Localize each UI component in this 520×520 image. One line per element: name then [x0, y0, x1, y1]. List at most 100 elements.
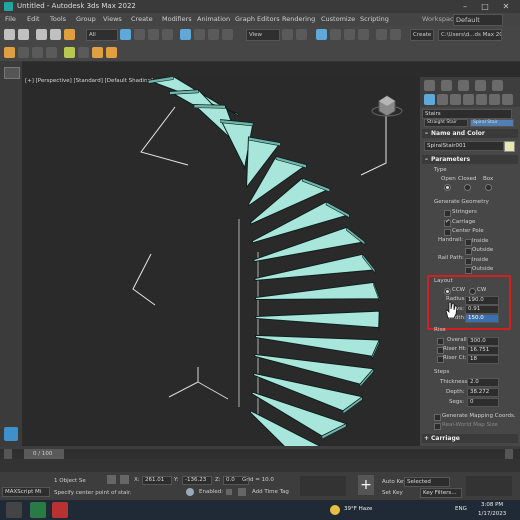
- menu-views[interactable]: Views: [103, 15, 122, 23]
- type-closed-radio[interactable]: [464, 184, 471, 191]
- taskbar-camtasia-icon[interactable]: [30, 502, 46, 518]
- depth-spinner[interactable]: 38.272: [467, 388, 499, 397]
- time-slider[interactable]: 0 / 100: [0, 449, 520, 459]
- cameras-icon[interactable]: [463, 94, 474, 105]
- move-icon[interactable]: [180, 29, 191, 40]
- geometry-icon[interactable]: [424, 94, 435, 105]
- space-warps-icon[interactable]: [489, 94, 500, 105]
- width-spinner[interactable]: 150.0: [465, 314, 499, 323]
- real-world-map-checkbox[interactable]: [434, 423, 441, 430]
- menu-create[interactable]: Create: [131, 15, 153, 23]
- snaps-toggle-icon[interactable]: [316, 29, 327, 40]
- project-path-field[interactable]: C:\Users\d...ds Max 2022: [438, 29, 502, 41]
- place-icon[interactable]: [222, 29, 233, 40]
- object-name-field[interactable]: SpiralStair001: [424, 141, 504, 151]
- lights-icon[interactable]: [450, 94, 461, 105]
- bind-space-warp-icon[interactable]: [64, 29, 75, 40]
- taskbar-app-icon[interactable]: [6, 502, 22, 518]
- carriage-checkbox[interactable]: [444, 218, 451, 227]
- workspace-dropdown[interactable]: Default: [453, 14, 503, 26]
- create-tab-icon[interactable]: [424, 80, 435, 91]
- menu-rendering[interactable]: Rendering: [282, 15, 315, 23]
- playback-controls[interactable]: [300, 476, 346, 496]
- generate-mapping-checkbox[interactable]: [434, 414, 441, 421]
- layer-explorer-icon[interactable]: [4, 47, 15, 58]
- viewport-navigation-controls[interactable]: [466, 476, 512, 496]
- spiral-stair-button[interactable]: Spiral Stair: [470, 119, 514, 127]
- percent-snap-icon[interactable]: [344, 29, 355, 40]
- enabled-toggle[interactable]: [226, 489, 232, 495]
- revs-spinner[interactable]: 0.91: [465, 305, 499, 314]
- set-key-button[interactable]: Set Key: [382, 490, 403, 496]
- menu-file[interactable]: File: [5, 15, 16, 23]
- object-category-dropdown[interactable]: Stairs: [422, 109, 512, 119]
- menu-customize[interactable]: Customize: [321, 15, 355, 23]
- hierarchy-tab-icon[interactable]: [458, 80, 469, 91]
- viewport-layout-icon[interactable]: [4, 67, 20, 79]
- minimize-button[interactable]: –: [455, 1, 475, 12]
- set-key-plus-icon[interactable]: +: [358, 475, 374, 495]
- straight-stair-button[interactable]: Straight Stair: [424, 119, 468, 127]
- display-tab-icon[interactable]: [492, 80, 503, 91]
- render-setup-icon[interactable]: [78, 47, 89, 58]
- select-by-name-icon[interactable]: [134, 29, 145, 40]
- toggle-ribbon-icon[interactable]: [18, 47, 29, 58]
- lock-selection-icon[interactable]: [107, 475, 116, 484]
- maxscript-listener[interactable]: MAXScript Mi: [2, 487, 50, 497]
- render-frame-icon[interactable]: [92, 47, 103, 58]
- material-editor-icon[interactable]: [64, 47, 75, 58]
- riser-ht-spinner[interactable]: 16.751: [467, 346, 499, 355]
- maximize-button[interactable]: □: [475, 1, 495, 12]
- spinner-snap-icon[interactable]: [358, 29, 369, 40]
- time-slider-prev-icon[interactable]: [4, 449, 12, 459]
- undo-icon[interactable]: [4, 29, 15, 40]
- riser-ct-spinner[interactable]: 18: [467, 355, 499, 364]
- schematic-view-icon[interactable]: [46, 47, 57, 58]
- shapes-icon[interactable]: [437, 94, 448, 105]
- menu-scripting[interactable]: Scripting: [360, 15, 389, 23]
- rotate-icon[interactable]: [194, 29, 205, 40]
- auto-key-button[interactable]: Auto Key: [382, 479, 407, 485]
- type-box-radio[interactable]: [485, 184, 492, 191]
- rect-selection-icon[interactable]: [148, 29, 159, 40]
- mirror-icon[interactable]: [390, 29, 401, 40]
- menu-animation[interactable]: Animation: [197, 15, 230, 23]
- motion-tab-icon[interactable]: [475, 80, 486, 91]
- menu-modifiers[interactable]: Modifiers: [162, 15, 192, 23]
- track-bar[interactable]: [0, 459, 520, 472]
- angle-snap-icon[interactable]: [330, 29, 341, 40]
- unlink-icon[interactable]: [50, 29, 61, 40]
- center-pole-checkbox[interactable]: [444, 229, 451, 236]
- thickness-spinner[interactable]: 2.0: [467, 378, 499, 387]
- redo-icon[interactable]: [18, 29, 29, 40]
- viewcube-icon[interactable]: [371, 95, 403, 117]
- add-time-tag-button[interactable]: Add Time Tag: [252, 489, 289, 495]
- reference-coordinate-dropdown[interactable]: View: [246, 29, 280, 41]
- rail-path-inside-checkbox[interactable]: [465, 258, 472, 265]
- object-color-swatch[interactable]: [504, 141, 515, 152]
- parameters-rollout[interactable]: – Parameters: [422, 155, 518, 164]
- helpers-icon[interactable]: [476, 94, 487, 105]
- close-button[interactable]: ✕: [496, 1, 516, 12]
- menu-group[interactable]: Group: [76, 15, 96, 23]
- menu-tools[interactable]: Tools: [50, 15, 66, 23]
- systems-icon[interactable]: [502, 94, 513, 105]
- carriage-rollout[interactable]: + Carriage: [422, 434, 518, 443]
- pivot-center-icon[interactable]: [282, 29, 293, 40]
- time-slider-next-icon[interactable]: [505, 449, 513, 459]
- edit-named-selection-icon[interactable]: [376, 29, 387, 40]
- name-and-color-rollout[interactable]: – Name and Color: [422, 129, 518, 138]
- y-coordinate-field[interactable]: -136.23: [182, 476, 212, 485]
- render-production-icon[interactable]: [106, 47, 117, 58]
- stringers-checkbox[interactable]: [444, 210, 451, 217]
- cw-radio[interactable]: [469, 288, 476, 295]
- taskbar-recorder-icon[interactable]: [52, 502, 68, 518]
- viewport-layout-tab-icon[interactable]: [4, 427, 18, 441]
- window-crossing-icon[interactable]: [162, 29, 173, 40]
- link-icon[interactable]: [36, 29, 47, 40]
- selection-filter-dropdown[interactable]: All: [86, 29, 118, 41]
- absolute-mode-icon[interactable]: [120, 475, 129, 484]
- overall-spinner[interactable]: 300.0: [467, 337, 499, 346]
- modify-tab-icon[interactable]: [441, 80, 452, 91]
- curve-editor-icon[interactable]: [32, 47, 43, 58]
